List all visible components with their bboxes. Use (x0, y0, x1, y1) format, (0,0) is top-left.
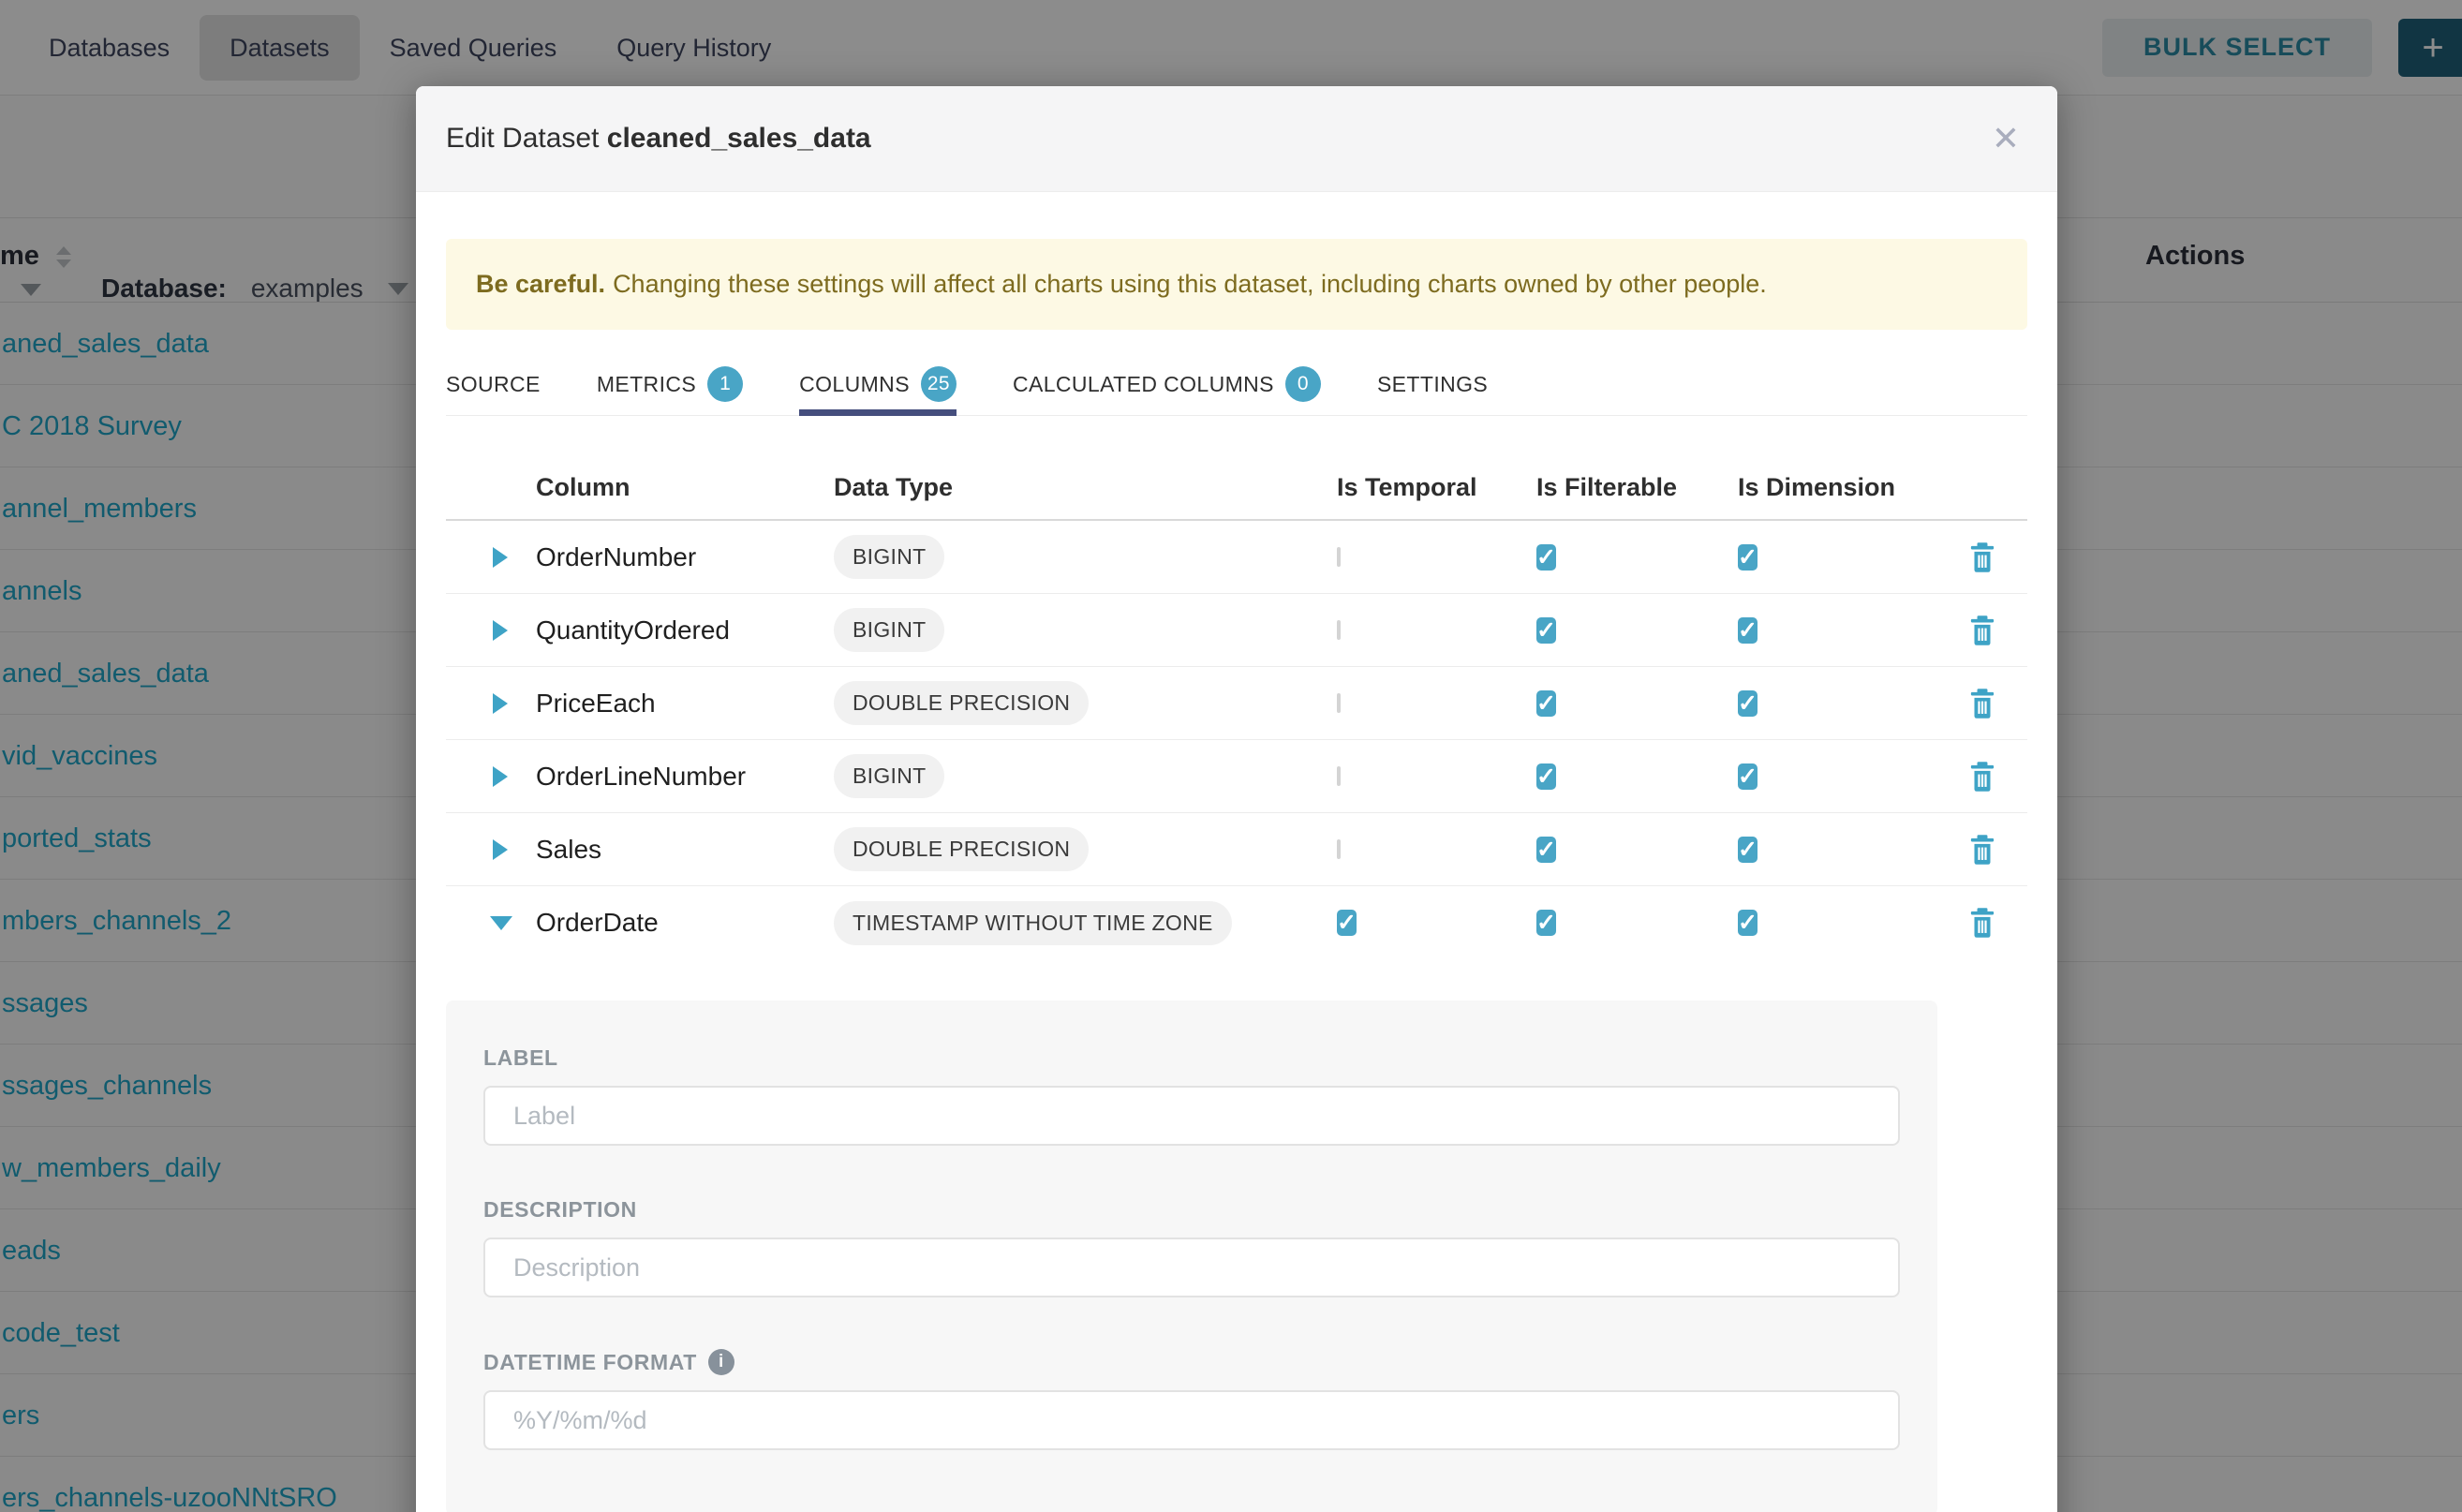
column-name: QuantityOrdered (536, 615, 834, 645)
calculated-columns-count-badge: 0 (1285, 366, 1321, 402)
data-type-header: Data Type (834, 473, 1337, 502)
data-type-pill: DOUBLE PRECISION (834, 827, 1089, 871)
tab-source[interactable]: SOURCE (446, 353, 541, 415)
tab-source-label: SOURCE (446, 372, 541, 397)
modal-title-dataset-name: cleaned_sales_data (607, 123, 871, 154)
is-filterable-checkbox[interactable]: ✓ (1536, 763, 1556, 790)
is-dimension-checkbox[interactable]: ✓ (1738, 617, 1758, 644)
is-temporal-checkbox[interactable]: ✓ (1337, 910, 1357, 936)
datasets-page: Databases Datasets Saved Queries Query H… (0, 0, 2462, 1512)
is-dimension-checkbox[interactable]: ✓ (1738, 690, 1758, 717)
table-row-expanded: OrderDate TIMESTAMP WITHOUT TIME ZONE ✓ … (446, 886, 2027, 959)
edit-dataset-modal: Edit Dataset cleaned_sales_data ✕ Be car… (416, 86, 2057, 1512)
delete-column-trash-icon[interactable] (1936, 761, 2027, 793)
datetime-format-field-label: DATETIME FORMAT i (483, 1349, 1900, 1375)
expand-caret-right-icon[interactable] (493, 839, 508, 860)
is-temporal-checkbox[interactable] (1337, 693, 1341, 713)
tab-columns-label: COLUMNS (799, 372, 910, 397)
is-filterable-checkbox[interactable]: ✓ (1536, 910, 1556, 936)
table-row: OrderNumber BIGINT ✓ ✓ (446, 521, 2027, 594)
data-type-pill: DOUBLE PRECISION (834, 681, 1089, 725)
datetime-format-field-group: DATETIME FORMAT i (483, 1349, 1900, 1450)
column-name: OrderDate (536, 908, 834, 938)
expand-caret-right-icon[interactable] (493, 693, 508, 714)
delete-column-trash-icon[interactable] (1936, 834, 2027, 866)
label-field-group: LABEL (483, 1045, 1900, 1146)
close-icon[interactable]: ✕ (1992, 122, 2020, 156)
tab-settings[interactable]: SETTINGS (1377, 353, 1488, 415)
modal-body: Be careful. Changing these settings will… (416, 192, 2057, 1512)
is-dimension-checkbox[interactable]: ✓ (1738, 544, 1758, 571)
table-row: OrderLineNumber BIGINT ✓ ✓ (446, 740, 2027, 813)
label-field-label: LABEL (483, 1045, 1900, 1071)
is-dimension-checkbox[interactable]: ✓ (1738, 910, 1758, 936)
is-dimension-header: Is Dimension (1738, 473, 1925, 502)
column-name: OrderLineNumber (536, 762, 834, 792)
delete-column-trash-icon[interactable] (1936, 688, 2027, 719)
warning-banner: Be careful. Changing these settings will… (446, 239, 2027, 330)
expand-caret-right-icon[interactable] (493, 620, 508, 641)
expanded-column-form: LABEL DESCRIPTION DATETIME FORMAT i (446, 1001, 1937, 1512)
warning-bold-text: Be careful. (476, 270, 605, 299)
expand-caret-right-icon[interactable] (493, 766, 508, 787)
expand-caret-right-icon[interactable] (493, 547, 508, 568)
modal-title-prefix: Edit Dataset (446, 123, 599, 154)
table-row: Sales DOUBLE PRECISION ✓ ✓ (446, 813, 2027, 886)
tab-metrics-label: METRICS (597, 372, 696, 397)
data-type-pill: BIGINT (834, 608, 944, 652)
table-row: PriceEach DOUBLE PRECISION ✓ ✓ (446, 667, 2027, 740)
columns-count-badge: 25 (921, 366, 957, 402)
is-temporal-checkbox[interactable] (1337, 620, 1341, 640)
modal-tabs: SOURCE METRICS 1 COLUMNS 25 CALCULATED C… (446, 353, 2027, 416)
is-temporal-checkbox[interactable] (1337, 839, 1341, 859)
column-header: Column (536, 473, 834, 502)
tab-metrics[interactable]: METRICS 1 (597, 353, 743, 415)
tab-settings-label: SETTINGS (1377, 372, 1488, 397)
label-input[interactable] (483, 1086, 1900, 1146)
column-name: OrderNumber (536, 542, 834, 572)
tab-calculated-columns[interactable]: CALCULATED COLUMNS 0 (1013, 353, 1321, 415)
modal-header: Edit Dataset cleaned_sales_data ✕ (416, 86, 2057, 192)
columns-table: Column Data Type Is Temporal Is Filterab… (446, 455, 2027, 959)
tab-calculated-columns-label: CALCULATED COLUMNS (1013, 372, 1274, 397)
description-field-group: DESCRIPTION (483, 1197, 1900, 1297)
modal-title: Edit Dataset cleaned_sales_data (446, 123, 871, 155)
datetime-format-label-text: DATETIME FORMAT (483, 1350, 697, 1375)
metrics-count-badge: 1 (707, 366, 743, 402)
is-temporal-checkbox[interactable] (1337, 766, 1341, 786)
description-input[interactable] (483, 1238, 1900, 1297)
delete-column-trash-icon[interactable] (1936, 541, 2027, 573)
is-dimension-checkbox[interactable]: ✓ (1738, 763, 1758, 790)
warning-text: Changing these settings will affect all … (613, 270, 1767, 299)
tab-columns[interactable]: COLUMNS 25 (799, 353, 957, 415)
delete-column-trash-icon[interactable] (1936, 615, 2027, 646)
column-name: Sales (536, 835, 834, 865)
data-type-pill: BIGINT (834, 754, 944, 798)
is-filterable-header: Is Filterable (1536, 473, 1738, 502)
data-type-pill: BIGINT (834, 535, 944, 579)
is-filterable-checkbox[interactable]: ✓ (1536, 690, 1556, 717)
info-icon[interactable]: i (708, 1349, 734, 1375)
is-filterable-checkbox[interactable]: ✓ (1536, 837, 1556, 863)
table-row: QuantityOrdered BIGINT ✓ ✓ (446, 594, 2027, 667)
collapse-caret-down-icon[interactable] (490, 916, 512, 930)
is-dimension-checkbox[interactable]: ✓ (1738, 837, 1758, 863)
delete-column-trash-icon[interactable] (1936, 907, 2027, 939)
columns-table-header: Column Data Type Is Temporal Is Filterab… (446, 455, 2027, 521)
is-filterable-checkbox[interactable]: ✓ (1536, 617, 1556, 644)
description-field-label: DESCRIPTION (483, 1197, 1900, 1223)
datetime-format-input[interactable] (483, 1390, 1900, 1450)
data-type-pill: TIMESTAMP WITHOUT TIME ZONE (834, 901, 1232, 945)
column-name: PriceEach (536, 689, 834, 719)
is-temporal-header: Is Temporal (1337, 473, 1536, 502)
is-temporal-checkbox[interactable] (1337, 547, 1341, 567)
is-filterable-checkbox[interactable]: ✓ (1536, 544, 1556, 571)
